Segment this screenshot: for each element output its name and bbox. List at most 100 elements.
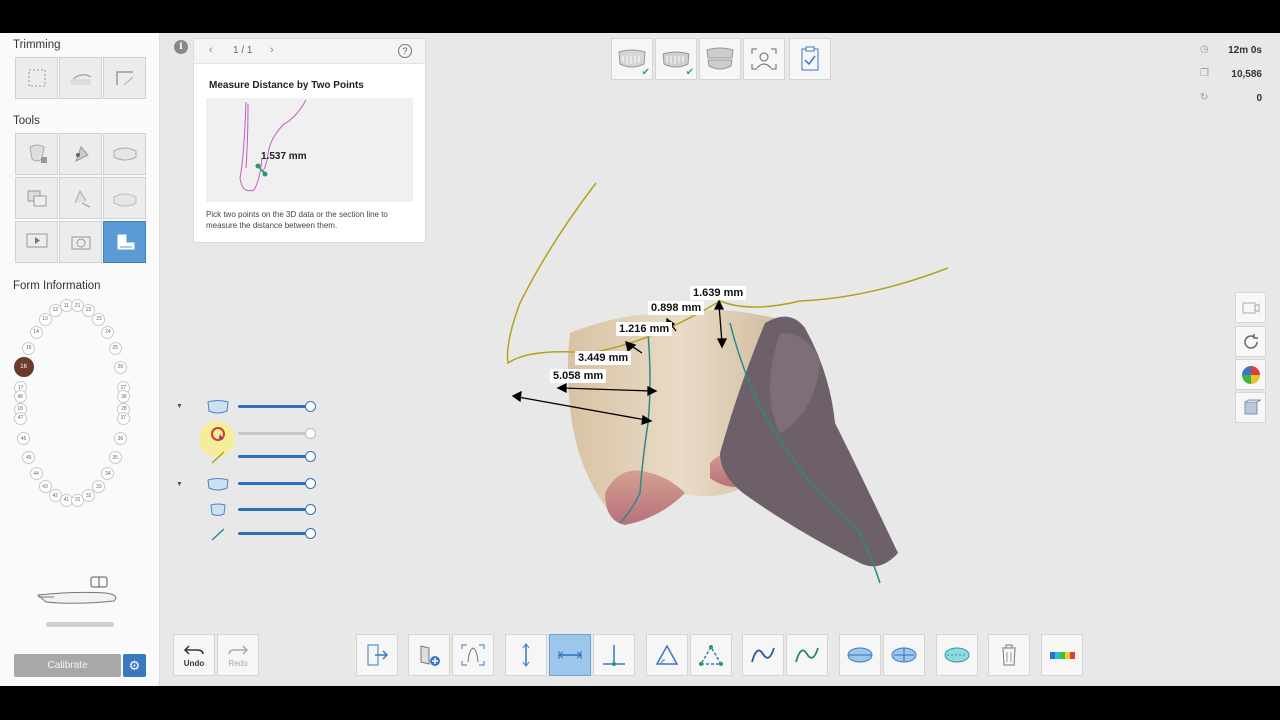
- cut-tool-button[interactable]: [59, 177, 102, 219]
- occlusion-view-button[interactable]: [699, 38, 741, 80]
- hidden-layer-opacity-slider[interactable]: [203, 425, 318, 443]
- upper-jaw-opacity-slider[interactable]: [203, 398, 318, 416]
- calibrate-button[interactable]: Calibrate: [14, 654, 121, 677]
- slider-knob[interactable]: [305, 528, 316, 539]
- arch-tool-button[interactable]: [103, 133, 146, 175]
- occlusion-icon: [706, 47, 734, 70]
- lower-jaw-view-button[interactable]: ✔: [655, 38, 697, 80]
- angle-icon: [655, 644, 679, 665]
- tooth-25[interactable]: 25: [108, 341, 122, 355]
- curve-measure-button[interactable]: [742, 634, 784, 676]
- collapse-lower-icon[interactable]: ▼: [176, 481, 183, 488]
- tooth-48[interactable]: 48: [13, 390, 27, 404]
- triangle-measure-button[interactable]: [690, 634, 732, 676]
- undo-button[interactable]: Undo: [173, 634, 215, 676]
- triangle-icon: [699, 645, 723, 666]
- upper-jaw-view-button[interactable]: ✔: [611, 38, 653, 80]
- gear-icon: ⚙: [128, 657, 141, 673]
- tooth-lock-button[interactable]: [15, 133, 58, 175]
- info-button[interactable]: i: [174, 40, 188, 54]
- collapse-upper-icon[interactable]: ▼: [176, 403, 183, 410]
- vertical-measure-button[interactable]: [505, 634, 547, 676]
- section-frame-button[interactable]: [452, 634, 494, 676]
- tooth-23[interactable]: 23: [92, 312, 106, 326]
- curve-distance-button[interactable]: [786, 634, 828, 676]
- slider-knob[interactable]: [305, 451, 316, 462]
- tooth-45[interactable]: 45: [22, 451, 36, 465]
- tooth-26[interactable]: 26: [113, 360, 127, 374]
- tooth-37[interactable]: 37: [116, 411, 130, 425]
- measurement-label[interactable]: 1.216 mm: [616, 322, 673, 336]
- scanner-icon: [36, 576, 117, 604]
- add-section-button[interactable]: [408, 634, 450, 676]
- upper-jaw-small-icon: [207, 400, 229, 414]
- cross-section-button[interactable]: [936, 634, 978, 676]
- fill-tool-button[interactable]: [59, 133, 102, 175]
- checklist-button[interactable]: [789, 38, 831, 80]
- face-scan-button[interactable]: [743, 38, 785, 80]
- layer-tool-button[interactable]: [15, 177, 58, 219]
- arch-view-button[interactable]: [103, 177, 146, 219]
- exit-measure-button[interactable]: [356, 634, 398, 676]
- tooth-35[interactable]: 35: [108, 451, 122, 465]
- form-info-title: Form Information: [13, 280, 101, 292]
- tooth-36[interactable]: 36: [113, 432, 127, 446]
- data-count-stat: ❐ 10,586: [1200, 67, 1262, 83]
- measurement-label[interactable]: 5.058 mm: [550, 369, 607, 383]
- slider-knob[interactable]: [305, 478, 316, 489]
- tooth-24[interactable]: 24: [101, 325, 115, 339]
- refresh-icon: [1243, 333, 1258, 349]
- chevron-left-icon[interactable]: ‹: [209, 44, 213, 56]
- cut-tool-icon: [74, 189, 90, 208]
- check-icon: ✔: [641, 67, 650, 78]
- arch-plane-button[interactable]: [883, 634, 925, 676]
- slider-knob[interactable]: [305, 504, 316, 515]
- slider-knob[interactable]: [305, 401, 316, 412]
- tooth-44[interactable]: 44: [29, 467, 43, 481]
- lower-layer-opacity-slider[interactable]: [203, 501, 318, 519]
- 3d-viewport[interactable]: 1.639 mm 0.898 mm 1.216 mm 3.449 mm 5.05…: [420, 133, 980, 603]
- arch-plane-icon: [891, 647, 917, 663]
- tooth-15[interactable]: 15: [22, 341, 36, 355]
- fill-tool-icon: [74, 146, 89, 163]
- angle-measure-button[interactable]: [646, 634, 688, 676]
- measure-tool-button[interactable]: [103, 221, 146, 263]
- tooth-46[interactable]: 46: [17, 432, 31, 446]
- lower-section-line-slider[interactable]: [203, 525, 318, 543]
- measurement-label[interactable]: 1.639 mm: [690, 286, 747, 300]
- camera-view-button[interactable]: [1235, 292, 1266, 323]
- two-point-measure-button[interactable]: [549, 634, 591, 676]
- occlusal-plane-button[interactable]: [839, 634, 881, 676]
- tooth-14[interactable]: 14: [29, 325, 43, 339]
- tooth-38[interactable]: 38: [117, 390, 131, 404]
- color-map-button[interactable]: [1041, 634, 1083, 676]
- texture-mode-button[interactable]: [1235, 392, 1266, 423]
- upper-section-line-slider[interactable]: [203, 448, 318, 466]
- slider-knob[interactable]: [305, 428, 316, 439]
- measurement-label[interactable]: 0.898 mm: [648, 301, 705, 315]
- section-line-icon: [211, 528, 225, 541]
- tooth-33[interactable]: 33: [92, 480, 106, 494]
- redo-button[interactable]: Redo: [217, 634, 259, 676]
- perpendicular-measure-button[interactable]: [593, 634, 635, 676]
- chevron-right-icon[interactable]: ›: [270, 44, 274, 56]
- delete-button[interactable]: [988, 634, 1030, 676]
- tooth-47[interactable]: 47: [14, 411, 28, 425]
- color-mode-button[interactable]: [1235, 359, 1266, 390]
- reset-view-button[interactable]: [1235, 326, 1266, 357]
- trim-cut-button[interactable]: [103, 57, 146, 99]
- trim-lasso-button[interactable]: [59, 57, 102, 99]
- data-count-value: 10,586: [1231, 69, 1262, 80]
- calibration-settings-button[interactable]: ⚙: [123, 654, 146, 677]
- play-button[interactable]: [15, 221, 58, 263]
- other-stat: ↻ 0: [1200, 91, 1262, 107]
- tooth-34[interactable]: 34: [101, 467, 115, 481]
- lower-jaw-opacity-slider[interactable]: [203, 475, 318, 493]
- tooth-lock-icon: [28, 144, 47, 163]
- trim-select-button[interactable]: [15, 57, 58, 99]
- tooth-16[interactable]: 16: [13, 357, 34, 378]
- capture-button[interactable]: [59, 221, 102, 263]
- help-button[interactable]: ?: [398, 44, 412, 58]
- measurement-label[interactable]: 3.449 mm: [575, 351, 632, 365]
- scanner-status-bar: [46, 622, 114, 627]
